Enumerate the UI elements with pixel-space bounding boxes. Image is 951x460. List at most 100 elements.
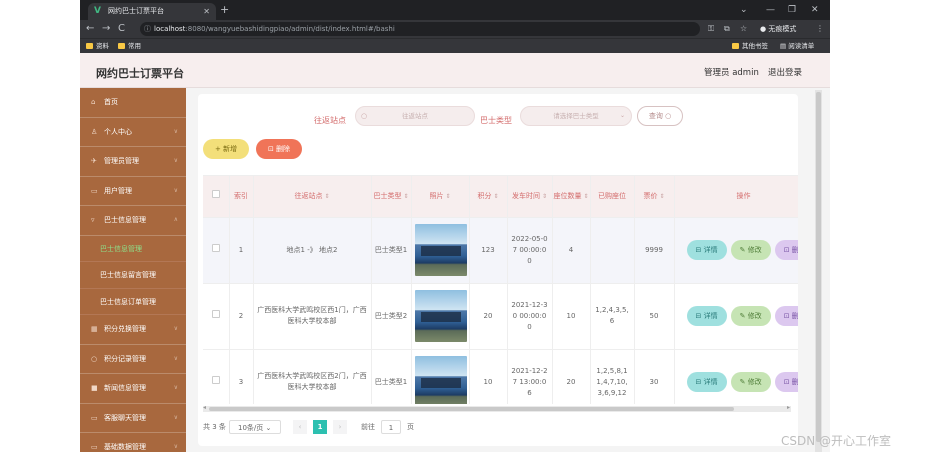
- sort-icon[interactable]: ⇕: [323, 193, 329, 200]
- sort-icon[interactable]: ⇕: [658, 193, 664, 200]
- sidebar-item-label: 首页: [104, 98, 118, 106]
- translate-icon[interactable]: ⧉: [724, 22, 730, 36]
- sidebar-item-base-data[interactable]: ▭ 基础数据管理 ∨: [80, 433, 186, 452]
- row-delete-button[interactable]: ⊡ 删除: [774, 306, 798, 326]
- reading-list[interactable]: ▤ 阅读清单: [780, 39, 814, 53]
- add-button[interactable]: + 新增: [203, 139, 249, 159]
- sidebar-subitem-bus-orders[interactable]: 巴士信息订单管理: [80, 289, 186, 315]
- bookmark-label: 资料: [96, 42, 109, 50]
- key-icon[interactable]: ⚿: [708, 22, 714, 36]
- column-header[interactable]: 往返站点 ⇕: [253, 176, 372, 218]
- sidebar-item-profile[interactable]: ♙ 个人中心 ∨: [80, 118, 186, 147]
- sidebar-item-label: 用户管理: [104, 186, 132, 195]
- sidebar-item-users[interactable]: ▭ 用户管理 ∨: [80, 177, 186, 206]
- page-size-select[interactable]: 10条/页 ⌄: [229, 420, 281, 434]
- site-info-icon[interactable]: ⓘ: [144, 22, 151, 36]
- bus-photo[interactable]: [414, 290, 467, 342]
- page-size-value: 10条/页: [238, 424, 264, 432]
- search-button[interactable]: 查询 ○: [637, 106, 683, 126]
- sidebar-item-home[interactable]: ⌂ 首页: [80, 88, 186, 118]
- column-header[interactable]: 巴士类型 ⇕: [371, 176, 412, 218]
- new-tab-icon[interactable]: +: [220, 3, 229, 17]
- detail-button[interactable]: ⊟ 详情: [686, 240, 727, 260]
- back-icon[interactable]: ←: [86, 22, 94, 36]
- sort-icon[interactable]: ⇕: [402, 193, 408, 200]
- reload-icon[interactable]: C: [118, 22, 125, 36]
- select-all-checkbox[interactable]: [211, 190, 220, 199]
- scroll-left-icon[interactable]: ◂: [203, 404, 206, 411]
- sidebar-item-news[interactable]: ■ 新闻信息管理 ∨: [80, 374, 186, 404]
- delete-button[interactable]: ⊡ 删除: [256, 139, 302, 159]
- prev-page-button[interactable]: ‹: [293, 420, 307, 434]
- sidebar-item-points-records[interactable]: ○ 积分记录管理 ∨: [80, 345, 186, 374]
- sidebar-item-label: 客服聊天管理: [104, 413, 146, 422]
- bus-photo[interactable]: [414, 224, 467, 276]
- sort-icon[interactable]: ⇕: [582, 193, 588, 200]
- page-number-button[interactable]: 1: [313, 420, 327, 434]
- scroll-right-icon[interactable]: ▸: [787, 404, 790, 411]
- goto-page-input[interactable]: 1: [381, 420, 401, 434]
- table-row[interactable]: 1 地点1 -》 地点2 巴士类型1 123 2022-05-07 00:00:00 4 9…: [203, 217, 798, 284]
- route-search-input[interactable]: ○ 往返站点: [355, 106, 475, 126]
- minimize-icon[interactable]: —: [766, 3, 775, 17]
- address-bar: ← → C ⓘ localhost:8080/wangyuebashidingp…: [80, 20, 830, 38]
- select-all-header[interactable]: [203, 176, 230, 218]
- table-row[interactable]: 3 广西医科大学武鸣校区西2门，广西医科大学校本部 巴士类型1 10 2021-12-2…: [203, 349, 798, 404]
- logout-link[interactable]: 退出登录: [768, 66, 802, 78]
- sidebar-item-bus-info[interactable]: ▿ 巴士信息管理 ∧: [80, 206, 186, 236]
- folder-icon: [86, 43, 93, 49]
- column-header[interactable]: 票价 ⇕: [634, 176, 675, 218]
- edit-button[interactable]: ✎ 修改: [730, 240, 771, 260]
- close-window-icon[interactable]: ✕: [811, 3, 819, 17]
- vertical-scrollbar[interactable]: [815, 90, 822, 452]
- detail-button[interactable]: ⊟ 详情: [686, 306, 727, 326]
- next-page-button[interactable]: ›: [333, 420, 347, 434]
- row-select-cell: [203, 283, 230, 350]
- type-cell: 巴士类型2: [371, 283, 412, 350]
- incognito-badge[interactable]: ● 无痕模式: [760, 23, 796, 35]
- row-delete-button[interactable]: ⊡ 删除: [774, 240, 798, 260]
- bus-photo[interactable]: [414, 356, 467, 404]
- bookmark-folder-2[interactable]: 常用: [118, 39, 141, 53]
- horizontal-scrollbar-thumb[interactable]: [209, 407, 734, 411]
- row-delete-button[interactable]: ⊡ 删除: [774, 372, 798, 392]
- chevron-down-icon: ⌄: [619, 112, 625, 119]
- close-tab-icon[interactable]: ✕: [203, 3, 210, 20]
- chevron-down-icon: ∨: [173, 127, 178, 135]
- edit-button[interactable]: ✎ 修改: [730, 372, 771, 392]
- column-header: 操作: [674, 176, 798, 218]
- column-header[interactable]: 积分 ⇕: [469, 176, 508, 218]
- bookmark-folder-1[interactable]: 资料: [86, 39, 109, 53]
- route-cell: 广西医科大学武鸣校区西2门，广西医科大学校本部: [253, 349, 372, 404]
- sidebar-item-admins[interactable]: ✈ 管理员管理 ∨: [80, 147, 186, 177]
- other-bookmarks[interactable]: 其他书签: [732, 39, 768, 53]
- star-icon[interactable]: ☆: [740, 22, 747, 36]
- row-checkbox[interactable]: [211, 310, 220, 318]
- sidebar-item-chat[interactable]: ▭ 客服聊天管理 ∨: [80, 404, 186, 433]
- route-search-label: 往返站点: [314, 116, 346, 125]
- type-select[interactable]: 请选择巴士类型 ⌄: [520, 106, 632, 126]
- sidebar-subitem-bus-info[interactable]: 巴士信息管理: [80, 236, 186, 262]
- edit-button[interactable]: ✎ 修改: [730, 306, 771, 326]
- sort-icon[interactable]: ⇕: [492, 193, 498, 200]
- more-icon[interactable]: ⋮: [816, 22, 824, 36]
- url-field[interactable]: ⓘ localhost:8080/wangyuebashidingpiao/ad…: [140, 22, 700, 36]
- table-row[interactable]: 2 广西医科大学武鸣校区西1门，广西医科大学校本部 巴士类型2 20 2021-12-3…: [203, 283, 798, 350]
- vertical-scrollbar-thumb[interactable]: [816, 92, 821, 442]
- row-checkbox[interactable]: [211, 244, 220, 252]
- sort-icon[interactable]: ⇕: [444, 193, 450, 200]
- column-header[interactable]: 照片 ⇕: [411, 176, 470, 218]
- tab-search-icon[interactable]: ⌄: [740, 3, 748, 17]
- sidebar-item-points-exchange[interactable]: ▦ 积分兑换管理 ∨: [80, 315, 186, 345]
- forward-icon[interactable]: →: [102, 22, 110, 36]
- maximize-icon[interactable]: ❐: [788, 3, 796, 17]
- column-header[interactable]: 座位数量 ⇕: [552, 176, 591, 218]
- detail-button[interactable]: ⊟ 详情: [686, 372, 727, 392]
- sidebar-subitem-bus-messages[interactable]: 巴士信息留言管理: [80, 262, 186, 289]
- column-header[interactable]: 发车时间 ⇕: [507, 176, 553, 218]
- horizontal-scrollbar[interactable]: ◂ ▸: [203, 404, 791, 412]
- column-header-label: 票价: [643, 191, 658, 200]
- browser-tab[interactable]: V 网约巴士订票平台 ✕: [88, 3, 216, 20]
- sort-icon[interactable]: ⇕: [540, 193, 547, 200]
- row-checkbox[interactable]: [211, 376, 220, 384]
